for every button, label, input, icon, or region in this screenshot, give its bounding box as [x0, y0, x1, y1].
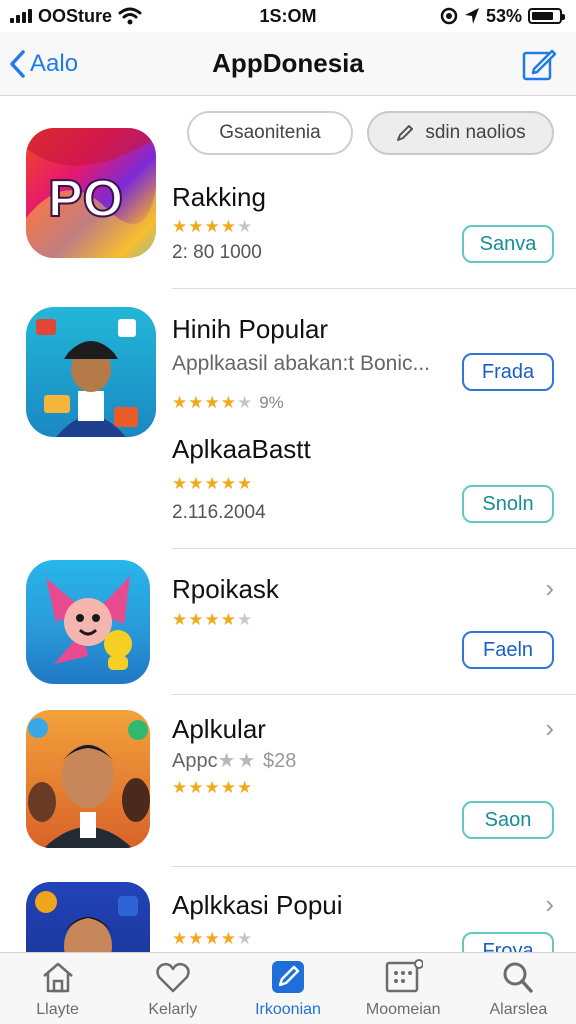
tab-search[interactable]: Alarslea: [461, 953, 576, 1024]
app-title[interactable]: Rpoikask: [172, 574, 279, 605]
app-title[interactable]: AplkaaBastt: [172, 434, 311, 465]
app-meta: 2.116.2004: [172, 502, 266, 523]
back-label: Aalo: [30, 49, 79, 77]
rating-stars: ★★★★★: [172, 778, 254, 797]
svg-text:PO: PO: [48, 170, 123, 228]
grid-box-icon: [385, 958, 424, 992]
tab-grid[interactable]: Moomeian: [346, 953, 461, 1024]
chevron-right-icon[interactable]: ›: [545, 713, 554, 744]
home-icon: [42, 962, 73, 992]
tab-active[interactable]: Irkoonian: [230, 953, 345, 1024]
tab-label: Llayte: [36, 1000, 79, 1018]
search-icon: [503, 962, 534, 993]
boy-with-cap-app-icon[interactable]: [26, 307, 156, 437]
back-button[interactable]: Aalo: [8, 49, 78, 79]
tab-home[interactable]: Llayte: [0, 953, 115, 1024]
portrait-group-app-icon[interactable]: [26, 710, 150, 848]
app-title[interactable]: Hinih Popular: [172, 314, 328, 345]
row-divider: [172, 548, 576, 549]
app-store-screen: OOSture 1S:OM 53% Aalo AppDonesia Gsaoni…: [0, 0, 576, 1024]
row-divider: [172, 694, 576, 695]
rating-stars: ★★★★★ 9%: [172, 393, 284, 412]
po-logo-app-icon[interactable]: PO: [26, 128, 156, 258]
rating-stars: ★★★★★: [172, 217, 254, 236]
cartoon-flower-app-icon[interactable]: [26, 560, 150, 684]
get-button[interactable]: Faeln: [462, 631, 554, 669]
rating-stars: ★★★★★: [172, 474, 254, 493]
chevron-right-icon[interactable]: ›: [545, 573, 554, 604]
status-time: 1S:OM: [259, 5, 317, 26]
segment-pill-left-label: Gsaonitenia: [219, 122, 321, 143]
compose-icon[interactable]: [522, 47, 556, 81]
get-button[interactable]: Saon: [462, 801, 554, 839]
tab-favorites[interactable]: Kelarly: [115, 953, 230, 1024]
app-title[interactable]: Aplkkasi Popui: [172, 890, 343, 921]
rating-stars: ★★★★★: [172, 610, 254, 629]
get-button[interactable]: Frada: [462, 353, 554, 391]
rating-stars: ★★★★★: [172, 929, 254, 948]
row-divider: [172, 288, 576, 289]
get-button[interactable]: Sanva: [462, 225, 554, 263]
navigation-bar: Aalo AppDonesia: [0, 32, 576, 96]
page-title: AppDonesia: [212, 48, 364, 78]
tab-label: Irkoonian: [255, 1000, 321, 1018]
tab-label: Kelarly: [148, 1000, 198, 1018]
row-divider: [172, 866, 576, 867]
segment-pill-right-label: sdin naolios: [425, 122, 526, 143]
pencil-icon: [397, 125, 414, 141]
segment-pill-left[interactable]: Gsaonitenia: [187, 111, 353, 155]
get-button[interactable]: Snoln: [462, 485, 554, 523]
segment-pill-right[interactable]: sdin naolios: [367, 111, 554, 155]
app-subtitle: Applkaasil abakan:t Bonic...: [172, 352, 430, 375]
chevron-left-icon: [10, 49, 25, 78]
chevron-right-icon[interactable]: ›: [545, 889, 554, 920]
tab-bar: Llayte Kelarly Irkoonian Moomeian Alarsl…: [0, 952, 576, 1024]
tab-label: Moomeian: [365, 1000, 441, 1018]
app-title[interactable]: Aplkular: [172, 714, 266, 745]
battery-icon: [528, 8, 565, 24]
app-meta: 2: 80 1000: [172, 242, 262, 263]
app-subtitle: Appc★★ $28: [172, 750, 297, 772]
heart-icon: [156, 962, 190, 992]
tab-label: Alarslea: [489, 1000, 548, 1018]
status-bar: OOSture 1S:OM 53%: [0, 0, 576, 32]
app-title[interactable]: Rakking: [172, 182, 266, 213]
pen-icon: [272, 960, 304, 993]
